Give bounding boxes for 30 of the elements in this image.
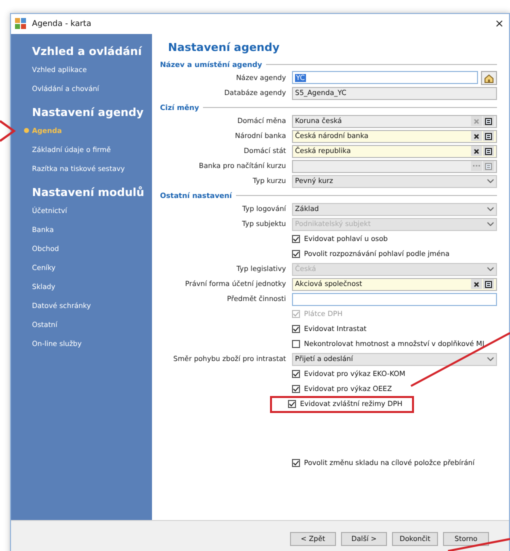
- clear-icon[interactable]: [471, 146, 482, 156]
- home-button[interactable]: [481, 71, 497, 86]
- checkbox[interactable]: [292, 340, 300, 348]
- sidebar-heading: Nastavení agendy: [32, 106, 145, 119]
- checkbox[interactable]: [292, 459, 300, 468]
- chevron-down-icon: [487, 222, 494, 226]
- list-icon[interactable]: [483, 131, 494, 142]
- sidebar-heading: Nastavení modulů: [32, 186, 146, 199]
- app-icon: [15, 18, 27, 30]
- list-icon[interactable]: [483, 279, 494, 290]
- checkbox[interactable]: [292, 385, 300, 394]
- window-title: Agenda - karta: [32, 19, 92, 28]
- checkbox[interactable]: [292, 235, 300, 244]
- sidebar-heading: Vzhled a ovládání: [32, 44, 143, 58]
- chevron-down-icon: [487, 179, 494, 184]
- checkbox[interactable]: [292, 370, 300, 378]
- checkbox[interactable]: [292, 325, 300, 334]
- bullet-icon: [24, 128, 29, 133]
- list-icon[interactable]: [483, 146, 494, 156]
- text-field[interactable]: [292, 292, 497, 306]
- list-icon[interactable]: [483, 116, 494, 126]
- chevron-down-icon: [487, 267, 494, 272]
- clear-icon[interactable]: [471, 131, 482, 142]
- close-button[interactable]: ×: [492, 18, 506, 30]
- checkbox[interactable]: [288, 400, 296, 408]
- clear-icon[interactable]: [471, 279, 482, 290]
- checkbox[interactable]: [292, 250, 300, 258]
- chevron-down-icon: [487, 357, 494, 362]
- chevron-down-icon: [487, 207, 494, 212]
- page-title: Nastavení agendy: [167, 40, 281, 56]
